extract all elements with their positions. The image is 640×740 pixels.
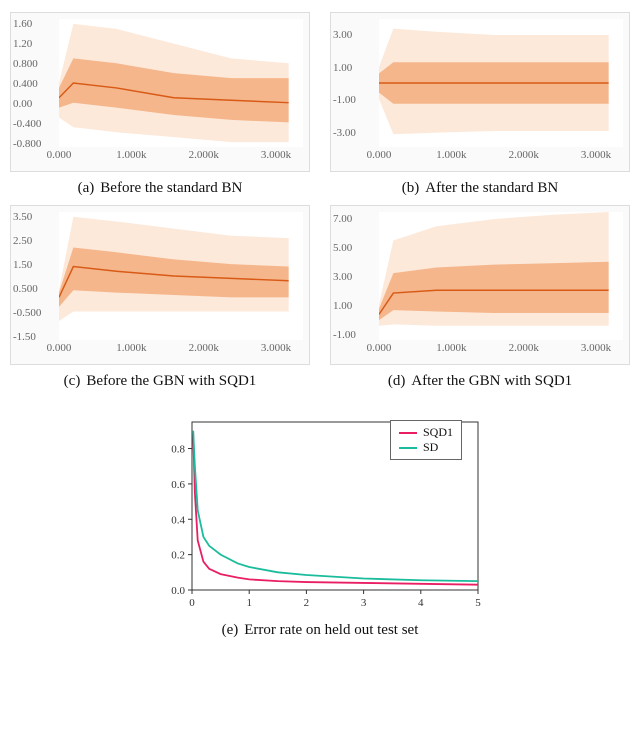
- x-ticks-c: 0.0001.000k2.000k3.000k: [59, 342, 305, 360]
- svg-text:3: 3: [361, 597, 367, 609]
- caption-d: (d) After the GBN with SQD1: [388, 373, 572, 390]
- cell-c: 3.502.501.500.500-0.500-1.50 0.0001.000k…: [8, 205, 312, 390]
- chart-c: 3.502.501.500.500-0.500-1.50 0.0001.000k…: [10, 205, 310, 365]
- svg-text:0.6: 0.6: [171, 479, 185, 491]
- caption-c: (c) Before the GBN with SQD1: [64, 373, 257, 390]
- x-ticks-d: 0.0001.000k2.000k3.000k: [379, 342, 625, 360]
- legend-swatch-sd: [399, 447, 417, 449]
- caption-tag: (b): [402, 180, 420, 196]
- svg-text:0.2: 0.2: [171, 550, 185, 562]
- chart-grid: 1.601.200.8000.4000.00-0.400-0.800 0.000…: [8, 12, 632, 390]
- caption-text: Error rate on held out test set: [244, 622, 418, 638]
- plot-b: [379, 19, 623, 147]
- plot-d: [379, 212, 623, 340]
- legend-label: SD: [423, 440, 438, 455]
- legend-swatch-sqd1: [399, 432, 417, 434]
- svg-text:0.8: 0.8: [171, 444, 185, 456]
- legend-label: SQD1: [423, 425, 453, 440]
- chart-d: 7.005.003.001.00-1.00 0.0001.000k2.000k3…: [330, 205, 630, 365]
- cell-d: 7.005.003.001.00-1.00 0.0001.000k2.000k3…: [328, 205, 632, 390]
- chart-a: 1.601.200.8000.4000.00-0.400-0.800 0.000…: [10, 12, 310, 172]
- svg-text:0.4: 0.4: [171, 514, 185, 526]
- cell-e: 0 1 2 3 4 5 0.0 0.2 0.4 0.6 0.8 SQD1 SD (e) Error r…: [8, 414, 632, 639]
- svg-text:5: 5: [475, 597, 481, 609]
- caption-tag: (e): [222, 622, 239, 638]
- cell-a: 1.601.200.8000.4000.00-0.400-0.800 0.000…: [8, 12, 312, 197]
- cell-b: 3.001.00-1.00-3.00 0.0001.000k2.000k3.00…: [328, 12, 632, 197]
- svg-text:4: 4: [418, 597, 424, 609]
- svg-text:1: 1: [246, 597, 252, 609]
- y-ticks-b: 3.001.00-1.00-3.00: [333, 13, 379, 147]
- y-ticks-a: 1.601.200.8000.4000.00-0.400-0.800: [13, 13, 59, 147]
- x-ticks-a: 0.0001.000k2.000k3.000k: [59, 149, 305, 167]
- chart-b: 3.001.00-1.00-3.00 0.0001.000k2.000k3.00…: [330, 12, 630, 172]
- plot-a: [59, 19, 303, 147]
- caption-tag: (d): [388, 373, 406, 389]
- caption-b: (b) After the standard BN: [402, 180, 558, 197]
- caption-a: (a) Before the standard BN: [78, 180, 243, 197]
- plot-c: [59, 212, 303, 340]
- y-ticks-c: 3.502.501.500.500-0.500-1.50: [13, 206, 59, 340]
- svg-text:2: 2: [304, 597, 310, 609]
- caption-tag: (c): [64, 373, 81, 389]
- caption-e: (e) Error rate on held out test set: [222, 622, 419, 639]
- caption-text: After the GBN with SQD1: [411, 373, 572, 389]
- caption-text: After the standard BN: [425, 180, 558, 196]
- legend: SQD1 SD: [390, 420, 462, 460]
- caption-text: Before the GBN with SQD1: [86, 373, 256, 389]
- svg-text:0.0: 0.0: [171, 585, 185, 597]
- caption-text: Before the standard BN: [100, 180, 242, 196]
- svg-text:0: 0: [189, 597, 195, 609]
- legend-row-sqd1: SQD1: [399, 425, 453, 440]
- caption-tag: (a): [78, 180, 95, 196]
- legend-row-sd: SD: [399, 440, 453, 455]
- chart-e: 0 1 2 3 4 5 0.0 0.2 0.4 0.6 0.8 SQD1 SD: [150, 414, 490, 614]
- x-ticks-b: 0.0001.000k2.000k3.000k: [379, 149, 625, 167]
- y-ticks-d: 7.005.003.001.00-1.00: [333, 206, 379, 340]
